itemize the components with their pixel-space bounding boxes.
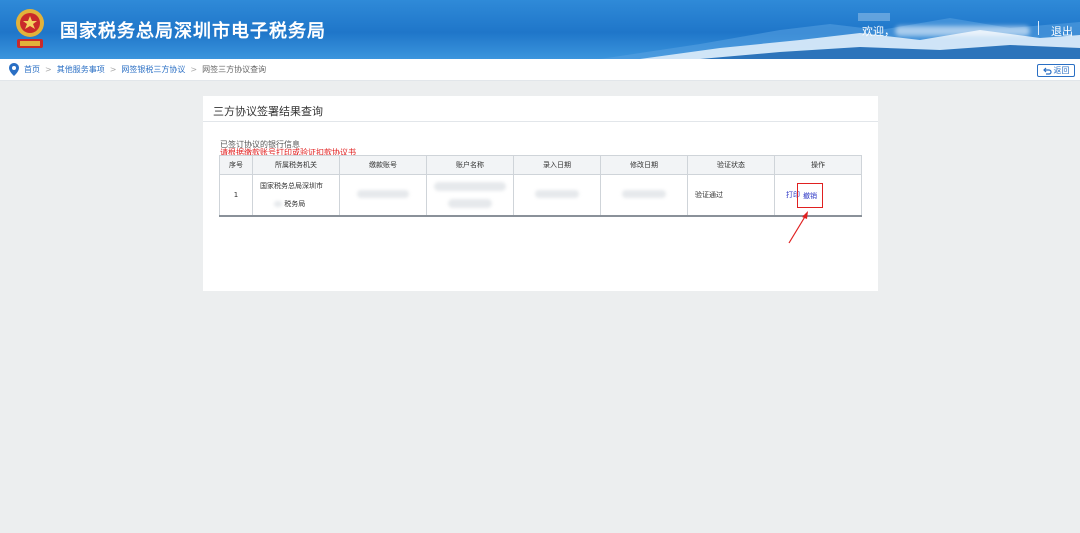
site-title: 国家税务总局深圳市电子税务局 [60,21,326,42]
table-row: 1 国家税务总局深圳市 税务局 验证通过 打印 撤销 [219,174,862,217]
column-header: 缴款账号 [339,155,427,175]
column-header: 所属税务机关 [252,155,340,175]
location-pin-icon [9,63,19,76]
revoke-link[interactable]: 撤销 [803,191,817,201]
breadcrumb-other-services[interactable]: 其他服务事项 [57,65,105,74]
breadcrumb-home[interactable]: 首页 [24,65,40,74]
logout-link[interactable]: 退出 [1051,23,1073,39]
back-button[interactable]: 返回 [1037,64,1075,77]
header-divider [1038,21,1039,35]
annotation-arrow-icon [788,211,808,244]
redacted-district [274,200,282,207]
breadcrumb-separator: > [45,65,52,74]
breadcrumb-tripartite-agreement[interactable]: 网签银税三方协议 [121,65,185,74]
redacted-account-name [448,198,492,208]
entry-date-cell [513,174,601,217]
agreement-table: 序号 所属税务机关 缴款账号 账户名称 录入日期 修改日期 验证状态 操作 1 … [219,155,862,217]
breadcrumb-separator: > [190,65,198,74]
tax-authority-line2-text: 税务局 [284,199,306,208]
column-header: 序号 [219,155,253,175]
table-header-row: 序号 所属税务机关 缴款账号 账户名称 录入日期 修改日期 验证状态 操作 [219,155,862,175]
tax-authority-line1: 国家税务总局深圳市 [260,181,323,190]
breadcrumb-separator: > [109,65,117,74]
redacted-modified-date [622,189,666,198]
query-result-panel: 三方协议签署结果查询 已签订协议的银行信息 请根据缴款账号打印或验证扣款协议书 … [203,96,878,291]
tax-authority-cell: 国家税务总局深圳市 税务局 [252,174,340,217]
account-name-cell [426,174,514,217]
column-header: 修改日期 [600,155,688,175]
breadcrumb: 首页 > 其他服务事项 > 网签银税三方协议 > 网签三方协议查询 [0,59,1080,81]
modified-date-cell [600,174,688,217]
account-number-cell [339,174,427,217]
revoke-highlight-box: 撤销 [797,183,823,208]
row-index: 1 [219,174,253,217]
column-header: 录入日期 [513,155,601,175]
redacted-username [895,26,1030,36]
return-arrow-icon [1042,67,1052,75]
redacted-account-name [434,181,506,191]
column-header: 账户名称 [426,155,514,175]
top-header: 国家税务总局深圳市电子税务局 欢迎， 退出 [0,0,1080,59]
column-header: 操作 [774,155,862,175]
tax-emblem-icon [16,9,44,48]
tax-authority-line2: 税务局 [260,195,339,213]
panel-divider [203,121,878,122]
verify-status: 验证通过 [687,174,775,217]
back-button-label: 返回 [1053,66,1070,75]
redacted-account-number [357,189,409,198]
welcome-text: 欢迎， [862,25,895,38]
panel-title: 三方协议签署结果查询 [213,105,323,118]
redacted-entry-date [535,189,579,198]
breadcrumb-current: 网签三方协议查询 [202,65,267,74]
column-header: 验证状态 [687,155,775,175]
